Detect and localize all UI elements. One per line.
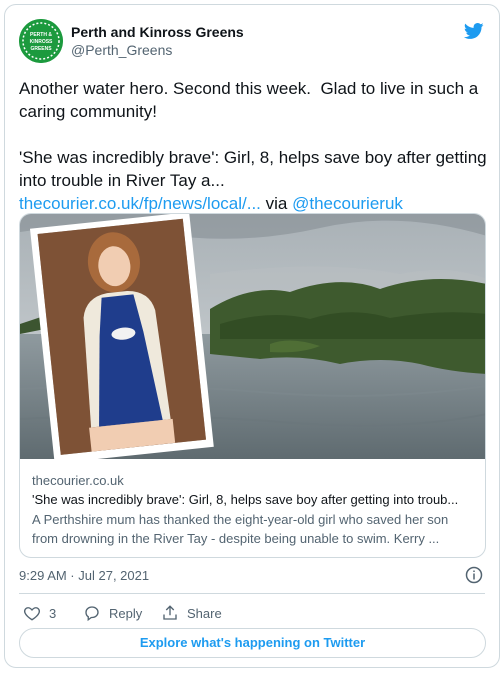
share-button[interactable]: Share: [161, 601, 222, 625]
tweet-card: PERTH & KINROSS GREENS Perth and Kinross…: [4, 4, 500, 668]
svg-text:GREENS: GREENS: [30, 46, 52, 52]
card-title[interactable]: 'She was incredibly brave': Girl, 8, hel…: [32, 490, 473, 510]
via-text: via: [260, 194, 293, 213]
tweet-text: Another water hero. Second this week. Gl…: [19, 77, 489, 215]
tweet-actions: 3 Reply Share: [19, 601, 419, 625]
twitter-bird-icon[interactable]: [463, 21, 485, 41]
heart-icon: [23, 607, 41, 621]
card-image[interactable]: [20, 214, 485, 459]
card-photo: [20, 214, 485, 459]
reply-icon: [85, 606, 99, 622]
tweet-text-line1: Another water hero. Second this week. Gl…: [19, 79, 483, 121]
card-domain: thecourier.co.uk: [32, 473, 124, 488]
tweet-header: PERTH & KINROSS GREENS Perth and Kinross…: [19, 19, 485, 65]
reply-label: Reply: [109, 605, 143, 621]
link-preview-card[interactable]: thecourier.co.uk 'She was incredibly bra…: [19, 213, 486, 558]
svg-text:KINROSS: KINROSS: [30, 39, 53, 45]
like-button[interactable]: 3: [23, 601, 56, 625]
author-display-name[interactable]: Perth and Kinross Greens: [71, 23, 244, 41]
svg-text:PERTH &: PERTH &: [30, 32, 52, 38]
explore-twitter-button[interactable]: Explore what's happening on Twitter: [19, 628, 486, 658]
tweet-text-line2: 'She was incredibly brave': Girl, 8, hel…: [19, 148, 492, 190]
via-handle-link[interactable]: @thecourieruk: [292, 194, 403, 213]
reply-button[interactable]: Reply: [83, 601, 142, 625]
tweet-timestamp[interactable]: 9:29 AM · Jul 27, 2021: [19, 567, 149, 585]
author-handle[interactable]: @Perth_Greens: [71, 41, 244, 59]
card-meta: thecourier.co.uk 'She was incredibly bra…: [32, 472, 473, 548]
like-count: 3: [49, 605, 57, 621]
card-description: A Perthshire mum has thanked the eight-y…: [32, 512, 449, 546]
divider: [19, 593, 485, 594]
avatar[interactable]: PERTH & KINROSS GREENS: [19, 19, 63, 63]
share-icon: [163, 605, 177, 620]
author-names: Perth and Kinross Greens @Perth_Greens: [71, 23, 244, 59]
tweet-link[interactable]: thecourier.co.uk/fp/news/local/...: [19, 194, 261, 213]
share-label: Share: [187, 605, 222, 621]
info-icon[interactable]: [465, 566, 483, 584]
greens-logo-icon: PERTH & KINROSS GREENS: [19, 19, 63, 63]
